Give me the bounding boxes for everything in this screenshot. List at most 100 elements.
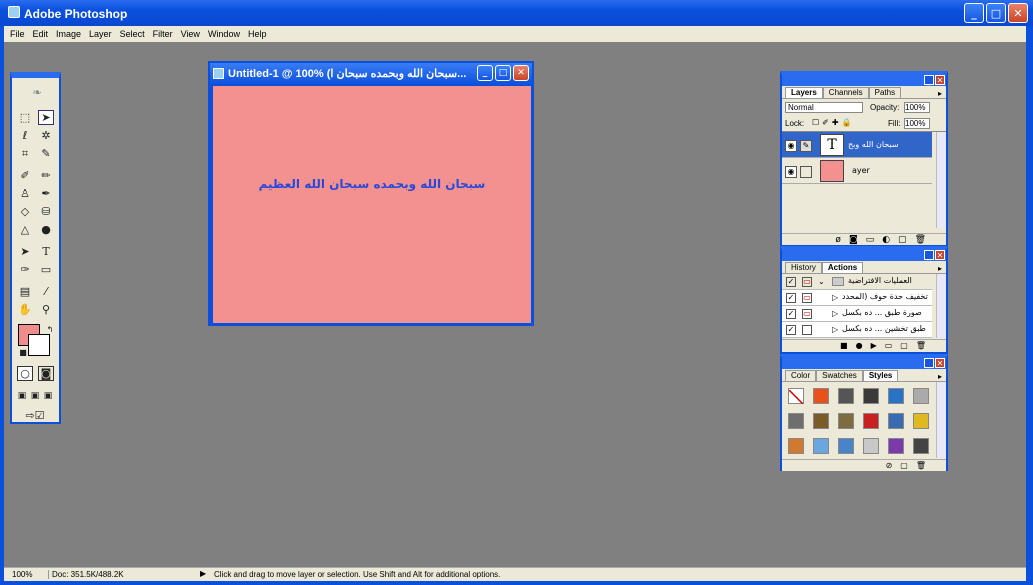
tab-layers[interactable]: Layers	[785, 87, 823, 98]
style-swatch[interactable]	[788, 438, 804, 454]
styles-footer-buttons[interactable]: ⊘ ▢ 🗑	[782, 459, 946, 471]
palette-menu-arrow-icon[interactable]: ▸	[938, 89, 946, 98]
menu-image[interactable]: Image	[56, 29, 81, 39]
styles-close-button[interactable]: ✕	[935, 358, 945, 368]
brush-tool-icon[interactable]: ✏	[38, 168, 54, 183]
action-dialog-toggle[interactable]: ▭	[802, 277, 812, 287]
style-swatch[interactable]	[913, 413, 929, 429]
layer-style-icon[interactable]: ø	[835, 235, 841, 245]
doc-maximize-button[interactable]: □	[495, 65, 511, 81]
action-set-row[interactable]: ✓ ▭ ⌄ العمليات الافتراضية	[782, 274, 932, 290]
feather-logo-icon[interactable]: ❧	[24, 84, 50, 100]
document-size-info[interactable]: Doc: 351.5K/488.2K	[48, 570, 124, 579]
style-swatch[interactable]	[863, 413, 879, 429]
actions-scrollbar[interactable]	[936, 274, 946, 338]
lock-icons[interactable]: ☐✐✚🔒	[812, 118, 855, 127]
layer-row-background[interactable]: ◉ ayer	[782, 158, 932, 184]
layer-row-text[interactable]: ◉ ✎ T سبحان الله وبح	[782, 132, 932, 158]
move-tool-icon[interactable]: ➤	[38, 110, 54, 125]
delete-style-icon[interactable]: 🗑	[916, 461, 926, 470]
expand-arrow-icon[interactable]: ▷	[832, 293, 838, 302]
menu-window[interactable]: Window	[208, 29, 240, 39]
close-button[interactable]: ✕	[1008, 3, 1028, 23]
history-brush-tool-icon[interactable]: ✒	[38, 186, 54, 201]
expand-arrow-icon[interactable]: ⌄	[818, 277, 825, 286]
new-style-icon[interactable]: ▢	[900, 461, 908, 470]
action-row[interactable]: ✓ ▭ ▷ صورة طبق ... ده بكسل	[782, 306, 932, 322]
action-check[interactable]: ✓	[786, 293, 796, 303]
play-icon[interactable]: ▶	[871, 341, 877, 350]
document-canvas[interactable]: سبحان الله وبحمده سبحان الله العظيم	[213, 86, 531, 323]
maximize-button[interactable]: □	[986, 3, 1006, 23]
styles-minimize-button[interactable]: _	[924, 358, 934, 368]
doc-minimize-button[interactable]: _	[477, 65, 493, 81]
opacity-field[interactable]: 100%	[904, 102, 930, 113]
tab-color[interactable]: Color	[785, 370, 817, 381]
minimize-button[interactable]: _	[964, 3, 984, 23]
style-swatch[interactable]	[913, 438, 929, 454]
healing-brush-tool-icon[interactable]: ✐	[17, 168, 33, 183]
pen-tool-icon[interactable]: ✑	[17, 262, 33, 277]
style-swatch[interactable]	[913, 388, 929, 404]
menu-filter[interactable]: Filter	[153, 29, 173, 39]
menu-layer[interactable]: Layer	[89, 29, 112, 39]
new-set-icon[interactable]: ▭	[885, 341, 893, 350]
screen-mode-full-menu-icon[interactable]: ▣	[29, 388, 41, 403]
jump-to-imageready-icon[interactable]: ⇨☑	[20, 408, 50, 423]
action-check[interactable]: ✓	[786, 309, 796, 319]
styles-scrollbar[interactable]	[936, 382, 946, 458]
clear-style-icon[interactable]: ⊘	[886, 461, 893, 470]
tab-history[interactable]: History	[785, 262, 822, 273]
slice-tool-icon[interactable]: ✎	[38, 146, 54, 161]
adjustment-layer-icon[interactable]: ◐	[882, 235, 890, 245]
tab-actions[interactable]: Actions	[821, 262, 864, 273]
delete-layer-icon[interactable]: 🗑	[915, 235, 926, 245]
expand-arrow-icon[interactable]: ▷	[832, 309, 838, 318]
layers-scrollbar[interactable]	[936, 132, 946, 228]
layers-footer-buttons[interactable]: ø ◙ ▭ ◐ ▢ 🗑	[782, 233, 946, 245]
style-swatch[interactable]	[838, 388, 854, 404]
action-check[interactable]: ✓	[786, 277, 796, 287]
screen-mode-standard-icon[interactable]: ▣	[16, 388, 28, 403]
stop-icon[interactable]: ■	[840, 341, 848, 350]
eraser-tool-icon[interactable]: ◇	[17, 204, 33, 219]
screen-mode-full-icon[interactable]: ▣	[42, 388, 54, 403]
path-selection-tool-icon[interactable]: ➤	[17, 244, 33, 259]
delete-action-icon[interactable]: 🗑	[916, 341, 926, 350]
tab-channels[interactable]: Channels	[822, 87, 869, 98]
style-swatch[interactable]	[838, 413, 854, 429]
magic-wand-tool-icon[interactable]: ✲	[38, 128, 54, 143]
action-dialog-toggle[interactable]	[802, 325, 812, 335]
eyedropper-tool-icon[interactable]: ⁄	[38, 284, 54, 299]
tab-paths[interactable]: Paths	[868, 87, 902, 98]
default-colors-icon[interactable]: ■	[15, 345, 31, 360]
style-swatch[interactable]	[813, 413, 829, 429]
style-swatch[interactable]	[888, 388, 904, 404]
notes-tool-icon[interactable]: ▤	[17, 284, 33, 299]
new-layer-icon[interactable]: ▢	[898, 235, 907, 245]
doc-close-button[interactable]: ✕	[513, 65, 529, 81]
actions-close-button[interactable]: ✕	[935, 250, 945, 260]
blend-mode-select[interactable]: Normal	[785, 102, 863, 113]
action-check[interactable]: ✓	[786, 325, 796, 335]
action-dialog-toggle[interactable]: ▭	[802, 309, 812, 319]
layer-mask-icon[interactable]: ◙	[849, 235, 858, 245]
menu-view[interactable]: View	[181, 29, 200, 39]
status-arrow-icon[interactable]: ▶	[200, 569, 206, 578]
quick-mask-icon[interactable]: ◙	[38, 366, 54, 381]
hand-tool-icon[interactable]: ✋	[17, 302, 33, 317]
new-action-icon[interactable]: ▢	[900, 341, 908, 350]
style-swatch[interactable]	[788, 388, 804, 405]
tab-swatches[interactable]: Swatches	[816, 370, 863, 381]
layer-visibility-eye-icon[interactable]: ◉	[785, 166, 797, 178]
menu-edit[interactable]: Edit	[33, 29, 49, 39]
tab-styles[interactable]: Styles	[862, 370, 899, 381]
layers-close-button[interactable]: ✕	[935, 75, 945, 85]
style-swatch[interactable]	[863, 438, 879, 454]
actions-minimize-button[interactable]: _	[924, 250, 934, 260]
type-tool-icon[interactable]: T	[38, 244, 54, 259]
menu-file[interactable]: File	[10, 29, 25, 39]
style-swatch[interactable]	[838, 438, 854, 454]
paint-bucket-tool-icon[interactable]: ⛁	[38, 204, 54, 219]
clone-stamp-tool-icon[interactable]: ♙	[17, 186, 33, 201]
